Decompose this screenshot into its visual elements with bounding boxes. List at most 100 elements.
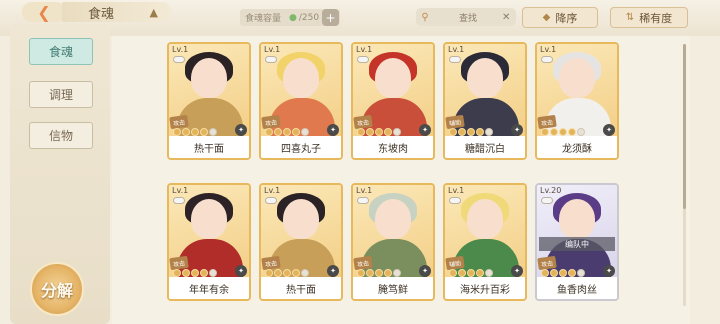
card-level: Lv.1 <box>448 45 465 54</box>
element-icon: ✦ <box>327 265 339 277</box>
food-soul-card[interactable]: Lv.1 攻击 ✦ 热干面 <box>167 42 251 160</box>
star-icon <box>384 269 392 277</box>
star-icon <box>301 269 309 277</box>
element-icon: ✦ <box>327 124 339 136</box>
character-face <box>283 58 319 98</box>
element-icon: ✦ <box>419 124 431 136</box>
lock-toggle-icon[interactable] <box>357 56 369 63</box>
scroll-thumb[interactable] <box>683 44 686 209</box>
character-face <box>559 58 595 98</box>
card-name: 腌笃鲜 <box>353 277 433 299</box>
element-icon: ✦ <box>235 265 247 277</box>
star-icon <box>274 128 282 136</box>
star-rating <box>265 269 325 277</box>
lock-toggle-icon[interactable] <box>173 197 185 204</box>
star-icon <box>375 128 383 136</box>
star-icon <box>283 269 291 277</box>
card-name: 热干面 <box>169 136 249 158</box>
star-icon <box>485 128 493 136</box>
star-icon <box>283 128 291 136</box>
character-portrait: Lv.20 编队中 攻击 ✦ <box>537 185 617 277</box>
lock-toggle-icon[interactable] <box>357 197 369 204</box>
search-icon: ⚲ <box>421 11 429 23</box>
team-tag: 编队中 <box>539 237 615 251</box>
tab-label: 食魂 <box>48 45 73 59</box>
star-icon <box>375 269 383 277</box>
rarity-label: 稀有度 <box>639 11 673 25</box>
card-name: 东坡肉 <box>353 136 433 158</box>
food-soul-card[interactable]: Lv.1 攻击 ✦ 热干面 <box>259 183 343 301</box>
food-soul-card[interactable]: Lv.1 辅助 ✦ 海米升百彩 <box>443 183 527 301</box>
star-icon <box>200 269 208 277</box>
food-soul-card[interactable]: Lv.20 编队中 攻击 ✦ 鱼香肉丝 <box>535 183 619 301</box>
card-level: Lv.1 <box>356 45 373 54</box>
back-arrow-icon: ❮ <box>37 2 51 22</box>
lock-toggle-icon[interactable] <box>449 56 461 63</box>
food-soul-card[interactable]: Lv.1 攻击 ✦ 龙须酥 <box>535 42 619 160</box>
star-icon <box>458 269 466 277</box>
star-icon <box>292 269 300 277</box>
star-icon <box>182 269 190 277</box>
character-portrait: Lv.1 攻击 ✦ <box>537 44 617 136</box>
lock-toggle-icon[interactable] <box>173 56 185 63</box>
search-input[interactable]: ⚲ 查找 ✕ <box>416 8 516 26</box>
star-rating <box>541 128 601 136</box>
star-icon <box>173 269 181 277</box>
add-capacity-button[interactable]: + <box>322 9 339 26</box>
star-icon <box>209 128 217 136</box>
element-icon: ✦ <box>603 124 615 136</box>
star-icon <box>485 269 493 277</box>
element-icon: ✦ <box>603 265 615 277</box>
food-soul-card[interactable]: Lv.1 攻击 ✦ 腌笃鲜 <box>351 183 435 301</box>
decompose-button[interactable]: 分解 <box>30 262 84 316</box>
star-icon <box>568 269 576 277</box>
capacity-dot-icon: ● <box>289 12 297 23</box>
element-icon: ✦ <box>511 124 523 136</box>
lock-toggle-icon[interactable] <box>265 197 277 204</box>
sort-button[interactable]: ◆ 降序 <box>522 7 598 28</box>
food-soul-card[interactable]: Lv.1 辅助 ✦ 糖醋沉白 <box>443 42 527 160</box>
star-icon <box>541 128 549 136</box>
character-face <box>375 199 411 239</box>
food-soul-card[interactable]: Lv.1 攻击 ✦ 东坡肉 <box>351 42 435 160</box>
search-placeholder: 查找 <box>458 13 477 24</box>
star-icon <box>559 269 567 277</box>
star-icon <box>568 128 576 136</box>
star-rating <box>173 269 233 277</box>
card-level: Lv.1 <box>540 45 557 54</box>
element-icon: ✦ <box>511 265 523 277</box>
food-soul-card[interactable]: Lv.1 攻击 ✦ 年年有余 <box>167 183 251 301</box>
element-icon: ✦ <box>235 124 247 136</box>
star-icon <box>357 269 365 277</box>
card-level: Lv.1 <box>264 45 281 54</box>
back-button[interactable]: ❮ <box>22 2 66 22</box>
card-level: Lv.1 <box>448 186 465 195</box>
sort-label: 降序 <box>555 11 578 25</box>
star-rating <box>449 128 509 136</box>
character-face <box>375 58 411 98</box>
lock-toggle-icon[interactable] <box>449 197 461 204</box>
sort-icon: ◆ <box>542 12 551 23</box>
star-icon <box>173 128 181 136</box>
character-portrait: Lv.1 辅助 ✦ <box>445 44 525 136</box>
rarity-filter-button[interactable]: ⇅ 稀有度 <box>610 7 688 28</box>
lock-toggle-icon[interactable] <box>541 56 553 63</box>
card-level: Lv.20 <box>540 186 562 195</box>
star-icon <box>274 269 282 277</box>
star-icon <box>467 269 475 277</box>
lock-toggle-icon[interactable] <box>541 197 553 204</box>
character-face <box>283 199 319 239</box>
card-name: 鱼香肉丝 <box>537 277 617 299</box>
lock-toggle-icon[interactable] <box>265 56 277 63</box>
tab-food-soul[interactable]: 食魂 <box>29 38 93 65</box>
star-icon <box>393 269 401 277</box>
star-icon <box>200 128 208 136</box>
card-name: 海米升百彩 <box>445 277 525 299</box>
scrollbar[interactable] <box>683 44 686 306</box>
food-soul-card[interactable]: Lv.1 攻击 ✦ 四喜丸子 <box>259 42 343 160</box>
star-rating <box>265 128 325 136</box>
tab-keepsake[interactable]: 信物 <box>29 122 93 149</box>
card-name: 四喜丸子 <box>261 136 341 158</box>
clear-icon[interactable]: ✕ <box>502 12 516 23</box>
tab-conditioning[interactable]: 调理 <box>29 81 93 108</box>
